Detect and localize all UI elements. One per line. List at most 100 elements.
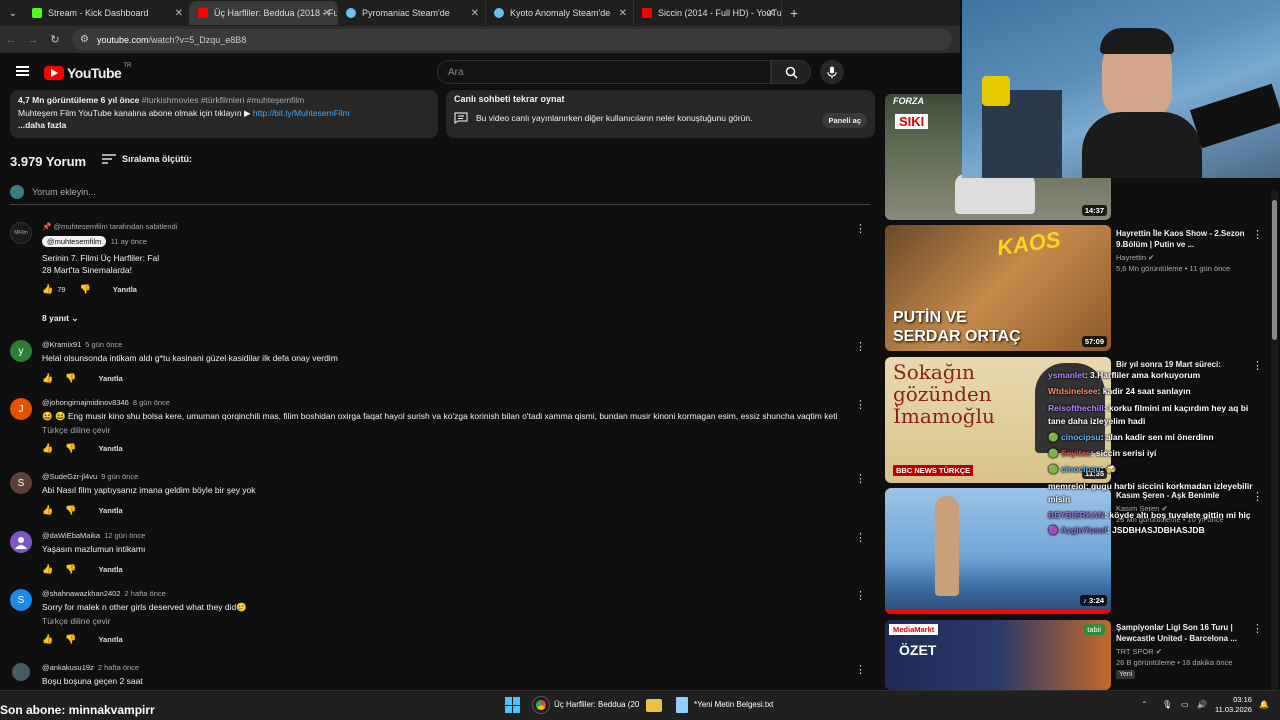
like-icon[interactable]: 👍 (42, 373, 53, 384)
forward-icon[interactable]: → (22, 34, 44, 46)
comment-time[interactable]: 11 ay önce (111, 237, 147, 246)
dislike-icon[interactable]: 👎 (65, 505, 76, 516)
reply-button[interactable]: Yanıtla (98, 444, 122, 453)
reload-icon[interactable]: ↻ (44, 33, 66, 46)
recommended-video-thumbnail[interactable]: ♪ 3:24 (885, 488, 1111, 614)
dislike-icon[interactable]: 👎 (80, 284, 91, 295)
comment-author[interactable]: @shahnawazkhan2402 (42, 589, 121, 598)
more-actions-icon[interactable]: ⋮ (855, 340, 866, 353)
volume-icon[interactable]: 🔊 (1197, 700, 1207, 709)
scrollbar-thumb[interactable] (1272, 200, 1277, 340)
comment-author[interactable]: @SudeGzr-jl4vu (42, 472, 97, 481)
like-icon[interactable]: 👍 (42, 505, 53, 516)
channel-name[interactable]: TRT SPOR (1116, 647, 1154, 656)
windows-start-icon[interactable] (505, 697, 521, 713)
comment-author[interactable]: @muhtesemfilm (42, 236, 107, 247)
like-icon[interactable]: 👍 (42, 443, 53, 454)
show-more-link[interactable]: ...daha fazla (18, 119, 430, 132)
close-tab-icon[interactable]: ✕ (619, 8, 627, 19)
network-icon[interactable]: ▭ (1181, 700, 1189, 709)
dislike-icon[interactable]: 👎 (65, 634, 76, 645)
voice-search-button[interactable] (820, 60, 844, 84)
recommended-video-thumbnail[interactable]: MediaMarkt ÖZET tabii (885, 620, 1111, 690)
recommended-video-info[interactable]: Hayrettin İle Kaos Show - 2.Sezon 9.Bölü… (1116, 228, 1256, 273)
back-icon[interactable]: ← (0, 34, 22, 46)
tab-kick-dashboard[interactable]: Stream - Kick Dashboard ✕ (24, 1, 190, 25)
microphone-tray-icon[interactable]: 🎙 (1162, 700, 1172, 709)
avatar[interactable]: S (10, 472, 32, 494)
tab-pyromaniac-steam[interactable]: Pyromaniac Steam'de ✕ (338, 1, 486, 25)
comment-author[interactable]: @daWiEbaMaika (42, 531, 100, 540)
dislike-icon[interactable]: 👎 (65, 373, 76, 384)
avatar[interactable]: y (10, 340, 32, 362)
search-button[interactable] (771, 60, 811, 84)
more-actions-icon[interactable]: ⋮ (1252, 228, 1263, 241)
file-explorer-icon[interactable] (646, 699, 662, 712)
more-actions-icon[interactable]: ⋮ (855, 472, 866, 485)
view-replies-button[interactable]: 8 yanıt ⌄ (42, 313, 78, 324)
translate-link[interactable]: Türkçe diline çevir (42, 425, 852, 435)
like-icon[interactable]: 👍 (42, 564, 53, 575)
comment-time[interactable]: 2 hafta önce (125, 589, 166, 598)
reply-button[interactable]: Yanıtla (98, 565, 122, 574)
comment-time[interactable]: 12 gün önce (104, 531, 145, 540)
comment-time[interactable]: 5 gün önce (85, 340, 122, 349)
menu-icon[interactable] (16, 66, 29, 76)
close-tab-icon[interactable]: ✕ (323, 8, 331, 19)
like-icon[interactable]: 👍 (42, 634, 53, 645)
more-actions-icon[interactable]: ⋮ (855, 222, 866, 235)
translate-link[interactable]: Türkçe diline çevir (42, 616, 852, 626)
hashtags[interactable]: #turkishmovies #türkfilmleri #muhteşemfi… (142, 95, 305, 105)
channel-name[interactable]: Hayrettin (1116, 253, 1146, 262)
open-panel-button[interactable]: Paneli aç (822, 113, 867, 128)
url-field[interactable]: ⚙ youtube.com/watch?v=5_Dzqu_e8B8 (72, 29, 952, 50)
more-actions-icon[interactable]: ⋮ (1252, 622, 1263, 635)
dislike-icon[interactable]: 👎 (65, 564, 76, 575)
dislike-icon[interactable]: 👎 (65, 443, 76, 454)
close-tab-icon[interactable]: ✕ (767, 8, 775, 19)
chevron-up-icon[interactable]: ⌃ (1141, 700, 1148, 709)
more-actions-icon[interactable]: ⋮ (855, 531, 866, 544)
chrome-taskbar-label[interactable]: Üç Harfliler: Beddua (20 (554, 700, 639, 709)
comment-author[interactable]: @ankakusu19z (42, 663, 94, 672)
comment-author[interactable]: @johongirnajmidinov8346 (42, 398, 129, 407)
search-input[interactable]: Ara (437, 60, 771, 84)
avatar[interactable]: J (10, 398, 32, 420)
add-comment-field[interactable]: Yorum ekleyin... (10, 185, 870, 205)
more-actions-icon[interactable]: ⋮ (855, 398, 866, 411)
notification-icon[interactable]: 🔔 (1259, 700, 1269, 709)
chrome-icon[interactable] (532, 696, 550, 714)
recommended-video-info[interactable]: Şampiyonlar Ligi Son 16 Turu | Newcastle… (1116, 622, 1256, 679)
new-tab-button[interactable]: + (790, 5, 798, 21)
notepad-taskbar-label[interactable]: *Yeni Metin Belgesi.txt (694, 700, 773, 709)
more-actions-icon[interactable]: ⋮ (1252, 359, 1263, 372)
youtube-logo[interactable]: YouTube TR (44, 63, 131, 81)
comment-time[interactable]: 9 gün önce (101, 472, 138, 481)
comment-time[interactable]: 2 hafta önce (98, 663, 139, 672)
like-icon[interactable]: 👍 (42, 284, 53, 295)
notepad-icon[interactable] (676, 697, 688, 713)
recommended-video-info[interactable]: Bir yıl sonra 19 Mart süreci: (1116, 359, 1256, 370)
more-actions-icon[interactable]: ⋮ (855, 589, 866, 602)
comment-time[interactable]: 8 gün önce (133, 398, 170, 407)
scrollbar[interactable] (1271, 190, 1278, 690)
avatar[interactable] (12, 663, 30, 681)
description-link[interactable]: http://bit.ly/MuhtesemFilm (253, 108, 350, 118)
comment-author[interactable]: @Kramix91 (42, 340, 81, 349)
sort-button[interactable]: Sıralama ölçütü: (102, 154, 192, 164)
avatar[interactable]: MFilm (10, 222, 32, 244)
tab-kyoto-anomaly-steam[interactable]: Kyoto Anomaly Steam'de ✕ (486, 1, 634, 25)
more-actions-icon[interactable]: ⋮ (855, 663, 866, 676)
reply-button[interactable]: Yanıtla (98, 374, 122, 383)
tab-siccin-youtube[interactable]: Siccin (2014 - Full HD) - YouTube ✕ (634, 1, 782, 25)
tab-search-icon[interactable]: ⌄ (2, 2, 24, 24)
close-tab-icon[interactable]: ✕ (471, 8, 479, 19)
close-tab-icon[interactable]: ✕ (175, 8, 183, 19)
tab-youtube-uc-harfliler[interactable]: Üç Harfliler: Beddua (2018 - Full ✕ (190, 1, 338, 25)
reply-button[interactable]: Yanıtla (98, 506, 122, 515)
reply-button[interactable]: Yanıtla (98, 635, 122, 644)
video-description[interactable]: 4,7 Mn görüntüleme 6 yıl önce #turkishmo… (10, 90, 438, 138)
site-settings-icon[interactable]: ⚙ (80, 34, 89, 45)
recommended-video-thumbnail[interactable]: KAOS PUTİN VE SERDAR ORTAÇ 57:09 (885, 225, 1111, 351)
reply-button[interactable]: Yanıtla (113, 285, 137, 294)
